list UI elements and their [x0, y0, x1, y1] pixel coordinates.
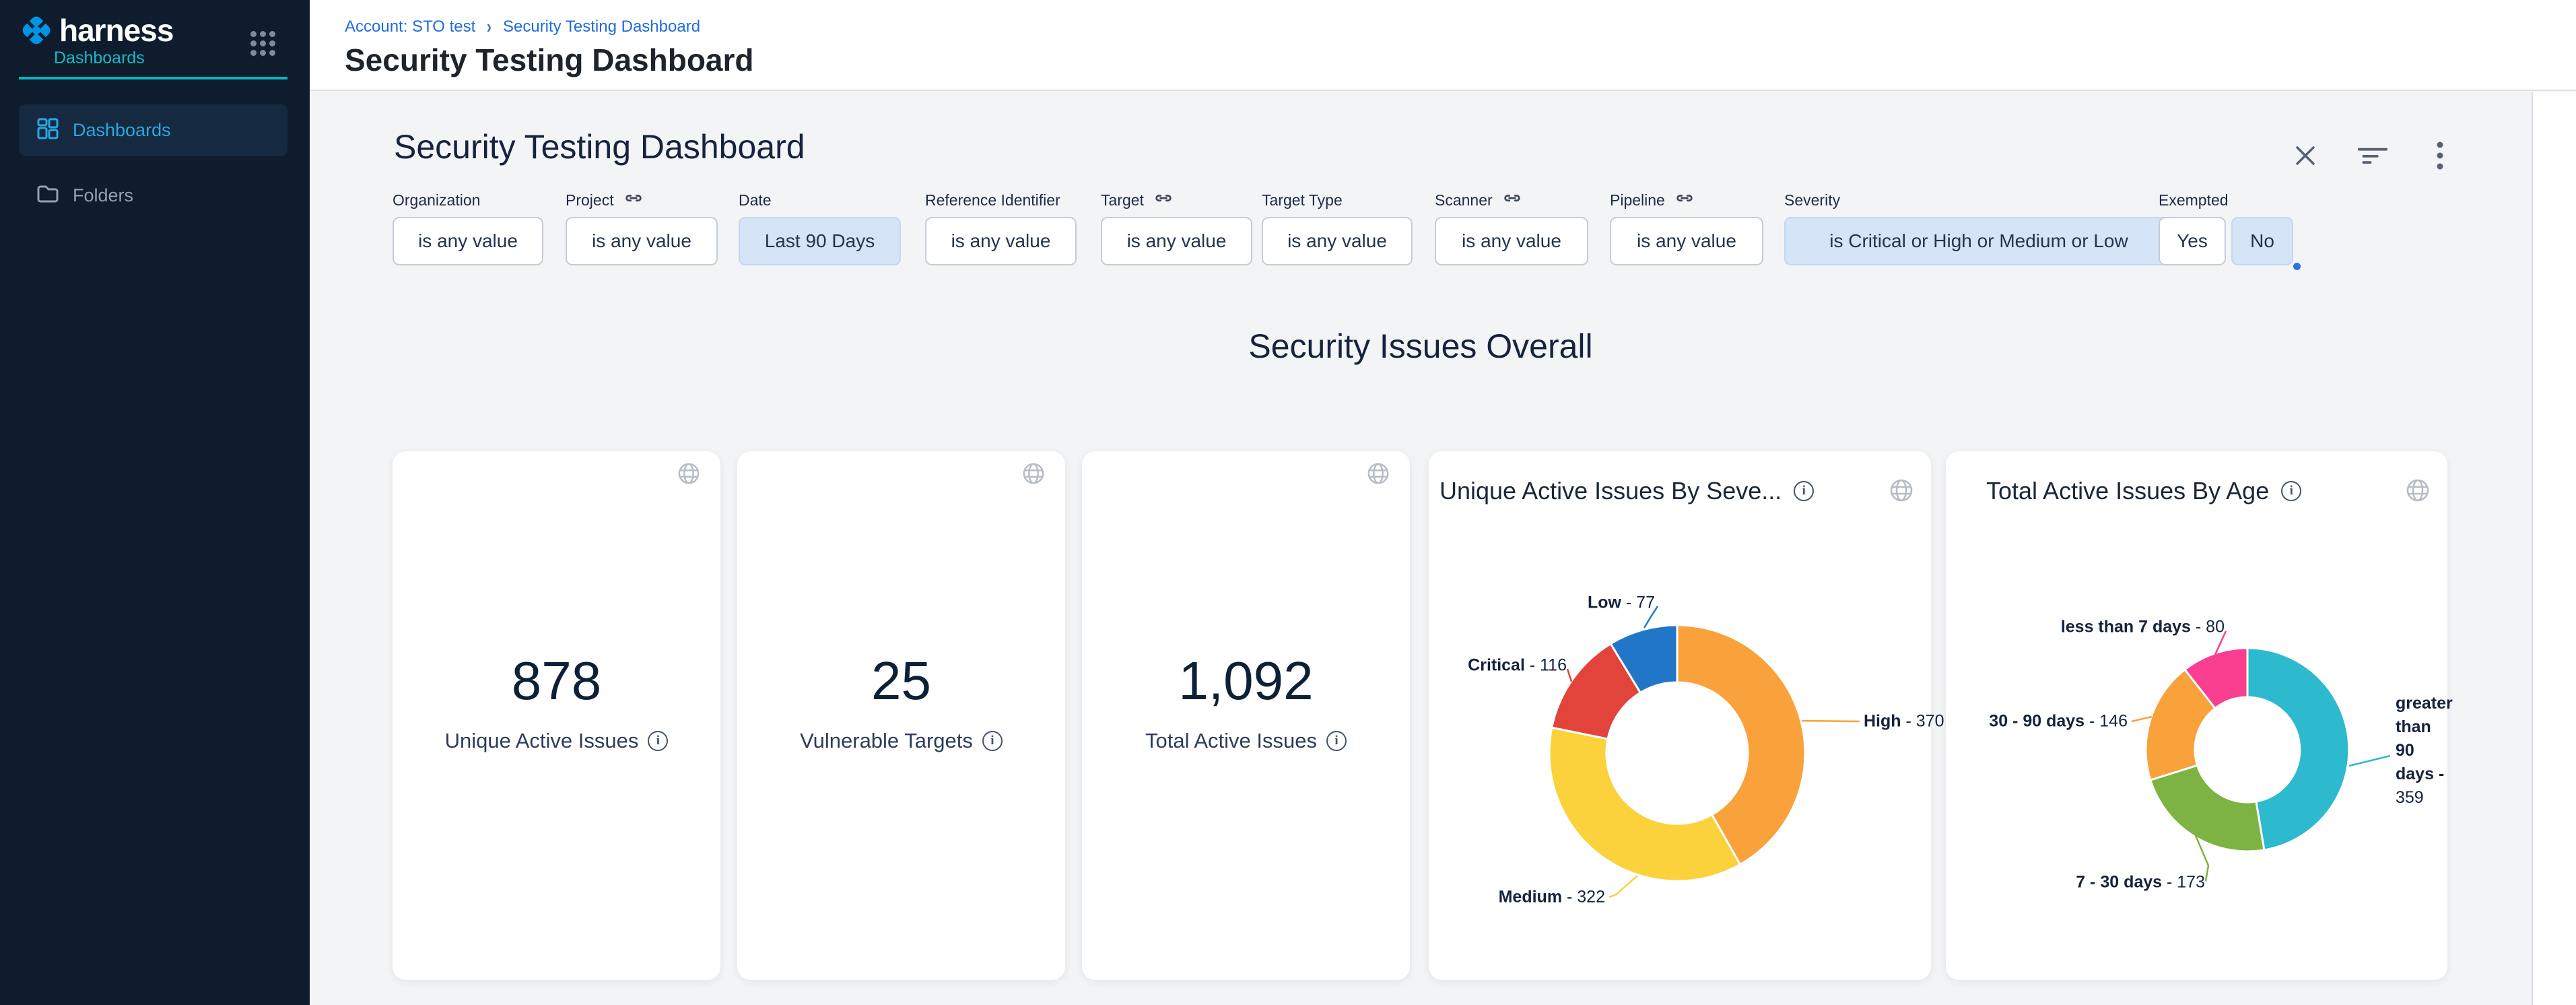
filter-date: Date Last 90 Days — [739, 190, 901, 265]
filter-value-chip[interactable]: is Critical or High or Medium or Low — [1784, 217, 2173, 265]
filter-label: Scanner — [1435, 190, 1588, 210]
filter-value-chip[interactable]: is any value — [1262, 217, 1413, 265]
metric-value: 878 — [393, 650, 720, 712]
slice-label-High: High - 370 — [1864, 712, 1944, 732]
sidebar-item-label: Dashboards — [73, 120, 171, 141]
filter-target: Target is any value — [1101, 190, 1252, 265]
chart-card-issues-by-severity[interactable]: Unique Active Issues By Seve... i High -… — [1429, 451, 1931, 980]
breadcrumb-page-link[interactable]: Security Testing Dashboard — [503, 18, 700, 36]
slice-label-Low: Low - 77 — [1588, 593, 1655, 613]
info-icon[interactable]: i — [982, 731, 1003, 751]
filter-label: Target — [1101, 190, 1252, 210]
donut-slice-greater-than-90-days[interactable] — [2247, 648, 2349, 850]
globe-icon[interactable] — [1367, 462, 1390, 488]
metric-label: Unique Active Issuesi — [393, 729, 720, 753]
sidebar-item-folders[interactable]: Folders — [19, 170, 287, 222]
filter-organization: Organization is any value — [393, 190, 543, 265]
filter-exempted: Exempted Yes No — [2159, 190, 2293, 265]
filter-label: Exempted — [2159, 190, 2293, 210]
brand-name: harness — [59, 12, 173, 48]
label-connector — [2132, 717, 2152, 721]
slice-label-Medium: Medium - 322 — [1499, 888, 1605, 907]
dashboard-content: Security Testing Dashboard Organization … — [310, 92, 2576, 1005]
label-connector — [2349, 756, 2390, 766]
filter-label: Target Type — [1262, 190, 1413, 210]
slice-label-greater-than-90-days: greaterthan90days -359 — [2396, 692, 2453, 810]
metric-label: Vulnerable Targetsi — [737, 729, 1065, 753]
slice-label-Critical: Critical - 116 — [1468, 656, 1567, 676]
info-icon[interactable]: i — [648, 731, 668, 751]
filter-value-chip[interactable]: is any value — [393, 217, 543, 265]
filter-value-chip[interactable]: is any value — [1435, 217, 1588, 265]
sidebar-item-dashboards[interactable]: Dashboards — [19, 104, 287, 156]
sidebar-item-label: Folders — [73, 185, 133, 206]
dashboard-toolbar — [2291, 141, 2455, 170]
donut-slice-7---30-days[interactable] — [2150, 765, 2264, 851]
label-connector — [1567, 669, 1571, 682]
filter-scanner: Scanner is any value — [1435, 190, 1588, 265]
filter-icon[interactable] — [2358, 141, 2387, 170]
filter-project: Project is any value — [566, 190, 718, 265]
slice-label-less-than-7-days: less than 7 days - 80 — [2061, 618, 2225, 637]
globe-icon[interactable] — [1022, 462, 1045, 488]
close-icon[interactable] — [2291, 141, 2320, 170]
section-title: Security Issues Overall — [394, 327, 2447, 366]
filter-label: Date — [739, 190, 901, 210]
filter-pipeline: Pipeline is any value — [1610, 190, 1763, 265]
slice-label-30---90-days: 30 - 90 days - 146 — [1989, 712, 2128, 732]
cursor-dot — [2293, 263, 2301, 270]
metric-value: 25 — [737, 650, 1065, 712]
chart-card-issues-by-age[interactable]: Total Active Issues By Age i greaterthan… — [1946, 451, 2447, 980]
sidebar: harness Dashboards Dashboards Folders — [0, 0, 310, 1005]
breadcrumb: Account: STO test › Security Testing Das… — [345, 16, 700, 37]
chevron-right-icon: › — [487, 15, 492, 38]
folder-icon — [36, 183, 59, 209]
label-connector — [1609, 876, 1637, 897]
filter-value-chip[interactable]: Last 90 Days — [739, 217, 901, 265]
sidebar-divider — [19, 77, 287, 79]
filter-severity: Severity is Critical or High or Medium o… — [1784, 190, 2173, 265]
slice-label-7---30-days: 7 - 30 days - 173 — [2076, 873, 2205, 893]
product-name: Dashboards — [54, 48, 145, 68]
filter-label: Reference Identifier — [925, 190, 1077, 210]
harness-logo-icon[interactable] — [19, 13, 54, 48]
exempted-no-button[interactable]: No — [2231, 217, 2293, 265]
kebab-menu-icon[interactable] — [2425, 141, 2455, 170]
filter-label: Project — [566, 190, 718, 210]
metric-value: 1,092 — [1082, 650, 1410, 712]
metric-label: Total Active Issuesi — [1082, 729, 1410, 753]
metric-card-total-active-issues[interactable]: 1,092 Total Active Issuesi — [1082, 451, 1410, 980]
dashboard-title: Security Testing Dashboard — [394, 127, 805, 166]
info-icon[interactable]: i — [1326, 731, 1347, 751]
exempted-yes-button[interactable]: Yes — [2159, 217, 2226, 265]
globe-icon[interactable] — [677, 462, 700, 488]
filter-value-chip[interactable]: is any value — [566, 217, 718, 265]
filter-value-chip[interactable]: is any value — [925, 217, 1077, 265]
filter-target-type: Target Type is any value — [1262, 190, 1413, 265]
filter-label: Organization — [393, 190, 543, 210]
link-icon — [1674, 188, 1695, 212]
donut-slice-Medium[interactable] — [1549, 727, 1740, 881]
filter-value-chip[interactable]: is any value — [1610, 217, 1763, 265]
link-icon — [623, 188, 644, 212]
metric-card-vulnerable-targets[interactable]: 25 Vulnerable Targetsi — [737, 451, 1065, 980]
filter-label: Severity — [1784, 190, 2173, 210]
filter-value-chip[interactable]: is any value — [1101, 217, 1252, 265]
breadcrumb-account-link[interactable]: Account: STO test — [345, 18, 475, 36]
filter-label: Pipeline — [1610, 190, 1763, 210]
metric-card-unique-active-issues[interactable]: 878 Unique Active Issuesi — [393, 451, 720, 980]
filter-reference-identifier: Reference Identifier is any value — [925, 190, 1077, 265]
dashboards-icon — [36, 117, 59, 143]
link-icon — [1153, 188, 1174, 212]
page-title: Security Testing Dashboard — [345, 42, 754, 78]
scrollbar-track[interactable] — [2532, 92, 2576, 1005]
page-header: Account: STO test › Security Testing Das… — [310, 0, 2576, 91]
link-icon — [1502, 188, 1522, 212]
app-switcher-icon[interactable] — [250, 31, 275, 55]
